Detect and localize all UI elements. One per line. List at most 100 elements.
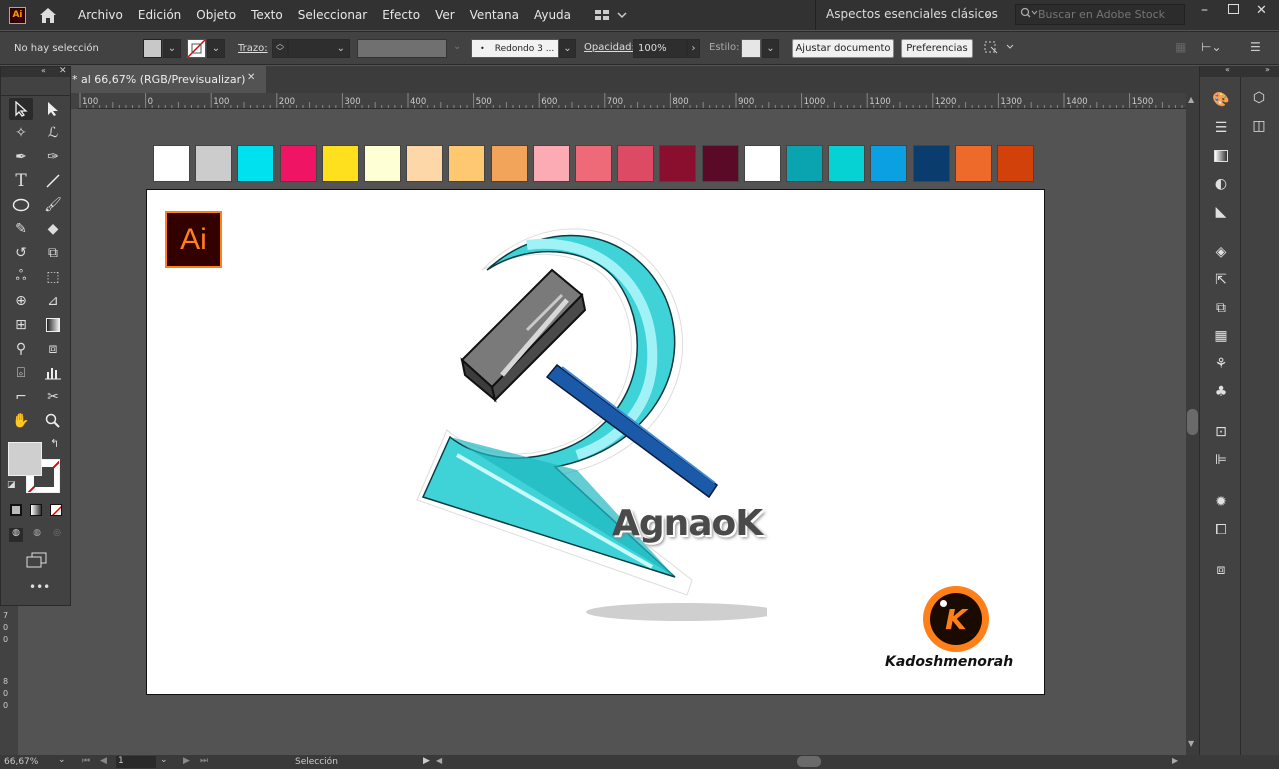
color-swatch[interactable] (659, 145, 697, 182)
color-swatch[interactable] (912, 145, 950, 182)
paintbrush-tool-icon[interactable]: 🖌 (41, 194, 65, 216)
color-swatch[interactable] (575, 145, 612, 182)
style-dropdown[interactable]: ⌄ (762, 39, 779, 58)
panel-grip[interactable] (1, 78, 70, 96)
gradient-tool-icon[interactable] (41, 314, 65, 336)
arrange-documents-icon[interactable] (594, 7, 628, 23)
collapse-dock-icon[interactable]: » (1265, 65, 1270, 74)
menu-edicion[interactable]: Edición (138, 8, 181, 22)
symbols-panel-icon[interactable]: ♣ (1209, 382, 1233, 402)
gradient-panel-icon[interactable] (1209, 146, 1233, 166)
none-mode-button[interactable] (50, 504, 62, 516)
screen-mode-icon[interactable] (26, 552, 48, 571)
draw-inside-icon[interactable]: ◎ (50, 528, 64, 542)
layers-panel-icon[interactable]: ◈ (1209, 242, 1233, 262)
minimize-icon[interactable]: – (1201, 2, 1208, 18)
brushes-panel-icon[interactable]: ⚘ (1209, 354, 1233, 374)
fill-swatch[interactable] (143, 39, 162, 58)
restore-icon[interactable] (1228, 4, 1239, 14)
horizontal-scroll-thumb[interactable] (797, 756, 821, 767)
selection-tool-icon[interactable] (9, 98, 33, 120)
close-panel-icon[interactable]: ✕ (59, 66, 67, 76)
brush-dropdown[interactable]: ⌄ (559, 39, 576, 58)
menu-ayuda[interactable]: Ayuda (534, 8, 571, 22)
direct-selection-tool-icon[interactable] (41, 98, 65, 120)
menu-seleccionar[interactable]: Seleccionar (298, 8, 367, 22)
status-menu-icon[interactable]: ▶ (423, 756, 430, 766)
stroke-label[interactable]: Trazo: (238, 43, 268, 54)
align-panel-icon[interactable]: ⊫ (1209, 450, 1233, 470)
fill-color-swatch-front[interactable] (8, 442, 42, 476)
color-swatch[interactable] (997, 145, 1034, 182)
magic-wand-tool-icon[interactable]: ✧ (9, 122, 33, 144)
type-tool-icon[interactable]: T (9, 170, 33, 192)
pathfinder-panel-icon[interactable]: ✹ (1209, 492, 1233, 512)
draw-normal-icon[interactable]: ◍ (9, 528, 23, 542)
opacity-label[interactable]: Opacidad: (584, 42, 635, 53)
chevron-down-icon[interactable]: ⌄ (58, 755, 66, 765)
pen-tool-icon[interactable]: ✒ (9, 146, 33, 168)
artboard-number-input[interactable]: 1 (116, 756, 156, 768)
color-swatch[interactable] (532, 145, 570, 182)
symbol-sprayer-tool-icon[interactable]: ⌻ (9, 362, 33, 384)
color-swatch[interactable] (279, 145, 317, 182)
ellipse-tool-icon[interactable] (9, 194, 33, 216)
artboards-panel-icon[interactable]: ⧉ (1209, 298, 1233, 318)
close-icon[interactable]: ✕ (1256, 3, 1267, 18)
libraries-panel-icon[interactable]: ▦ (1209, 326, 1233, 346)
default-colors-icon[interactable]: ◪ (7, 480, 16, 490)
eyedropper-tool-icon[interactable]: ⚲ (9, 338, 33, 360)
chevron-down-icon[interactable]: ⌄ (453, 41, 461, 52)
stroke-weight-stepper[interactable]: ︿ ﹀ (272, 39, 288, 58)
color-swatch[interactable] (617, 145, 655, 182)
scroll-up-icon[interactable]: ▲ (1188, 95, 1194, 104)
stock-search-input[interactable] (1038, 8, 1178, 21)
color-swatch[interactable] (321, 145, 359, 182)
stroke-dropdown[interactable]: ⌄ (207, 39, 225, 58)
close-tab-icon[interactable]: ✕ (247, 72, 255, 83)
color-panel-icon[interactable]: 🎨 (1209, 90, 1233, 110)
scale-tool-icon[interactable]: ⧉ (41, 242, 65, 264)
color-swatch[interactable] (870, 145, 908, 182)
chevron-down-icon[interactable]: ⌄ (160, 755, 168, 765)
color-swatch[interactable] (448, 145, 486, 182)
last-artboard-icon[interactable]: ⏭ (200, 756, 208, 766)
line-tool-icon[interactable] (41, 170, 65, 192)
more-tools-icon[interactable]: ••• (29, 580, 50, 594)
color-swatch[interactable] (954, 145, 992, 182)
swatches-panel-icon[interactable]: ☰ (1209, 118, 1233, 138)
first-artboard-icon[interactable]: ⏮ (82, 756, 90, 766)
menu-texto[interactable]: Texto (251, 8, 283, 22)
eraser-tool-icon[interactable]: ◆ (41, 218, 65, 240)
shape-builder-tool-icon[interactable]: ⊕ (9, 290, 33, 312)
menu-efecto[interactable]: Efecto (382, 8, 420, 22)
zoom-tool-icon[interactable] (41, 410, 65, 432)
style-swatch[interactable] (741, 39, 761, 58)
chevron-down-icon[interactable]: ⌄ (983, 6, 992, 19)
color-swatch[interactable] (828, 145, 866, 182)
perspective-grid-tool-icon[interactable]: ⊿ (41, 290, 65, 312)
rotate-tool-icon[interactable]: ↺ (9, 242, 33, 264)
stock-search[interactable] (1015, 4, 1185, 25)
blend-tool-icon[interactable]: ⧈ (41, 338, 65, 360)
document-tab[interactable]: * al 66,67% (RGB/Previsualizar) ✕ (70, 66, 266, 93)
transform-panel-icon[interactable]: ⊡ (1209, 422, 1233, 442)
menu-ventana[interactable]: Ventana (470, 8, 519, 22)
slice-tool-icon[interactable]: ✂ (41, 386, 65, 408)
stroke-panel-icon[interactable]: ⧈ (1209, 560, 1233, 580)
color-swatch[interactable] (364, 145, 401, 182)
mesh-tool-icon[interactable]: ⊞ (9, 314, 33, 336)
home-icon[interactable] (38, 6, 58, 24)
panel-menu-icon[interactable]: ☰ (1250, 40, 1261, 54)
free-transform-tool-icon[interactable]: ⬚ (41, 266, 65, 288)
workspace-switcher[interactable]: Aspectos esenciales clásicos (826, 7, 998, 21)
color-swatch[interactable] (743, 145, 781, 182)
fit-document-button[interactable]: Ajustar documento (792, 39, 894, 58)
stroke-none-swatch[interactable] (187, 39, 206, 58)
artwork-title[interactable]: AgnaoK (612, 503, 763, 544)
properties-panel-icon[interactable]: ⬡ (1247, 88, 1271, 108)
color-mode-button[interactable] (10, 504, 22, 516)
color-swatch[interactable] (786, 145, 823, 182)
lasso-tool-icon[interactable]: ℒ (41, 122, 65, 144)
gradient-mode-button[interactable] (30, 504, 42, 516)
